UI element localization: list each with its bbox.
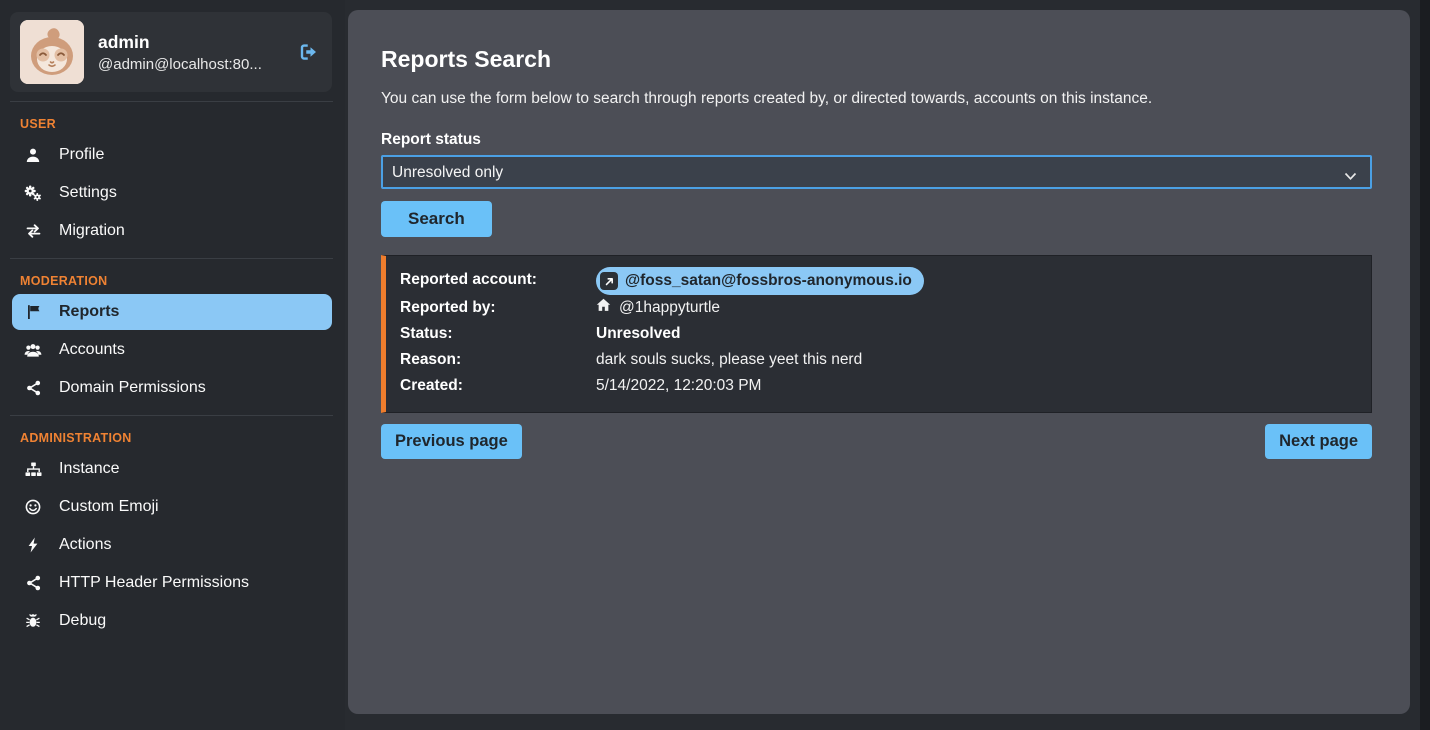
scrollbar-gutter [1420, 0, 1430, 730]
sidebar-item-label: Migration [59, 222, 125, 240]
users-icon [22, 343, 44, 358]
sidebar-item-reports[interactable]: Reports [12, 294, 332, 330]
report-row-label: Created: [400, 373, 596, 399]
sidebar-item-settings[interactable]: Settings [12, 175, 332, 211]
transfer-arrows-icon [22, 224, 44, 238]
sidebar-item-profile[interactable]: Profile [12, 137, 332, 173]
sidebar-item-label: Instance [59, 460, 119, 478]
share-nodes-icon [22, 575, 44, 591]
sidebar-item-instance[interactable]: Instance [12, 451, 332, 487]
divider [10, 101, 333, 102]
sidebar-item-migration[interactable]: Migration [12, 213, 332, 249]
user-handle: @admin@localhost:80... [98, 56, 282, 73]
sidebar-item-accounts[interactable]: Accounts [12, 332, 332, 368]
report-row-reported-by: Reported by: @1happyturtle [400, 295, 1355, 321]
previous-page-button[interactable]: Previous page [381, 424, 522, 459]
report-card[interactable]: Reported account: @foss_satan@fossbros-a… [381, 255, 1372, 413]
search-button[interactable]: Search [381, 201, 492, 237]
sidebar-item-domain-permissions[interactable]: Domain Permissions [12, 370, 332, 406]
user-icon [22, 147, 44, 163]
report-status-label: Report status [381, 131, 1374, 149]
report-status-select[interactable]: Unresolved only [381, 155, 1372, 189]
report-row-label: Status: [400, 321, 596, 347]
avatar [20, 20, 84, 84]
sidebar-item-actions[interactable]: Actions [12, 527, 332, 563]
report-status-select-wrap: Unresolved only [381, 155, 1374, 189]
sidebar-item-label: Actions [59, 536, 111, 554]
main-area: Reports Search You can use the form belo… [345, 0, 1430, 730]
report-row-reason: Reason: dark souls sucks, please yeet th… [400, 347, 1355, 373]
reporter-handle: @1happyturtle [619, 295, 720, 321]
reports-search-panel: Reports Search You can use the form belo… [348, 10, 1410, 714]
section-label-user: USER [0, 111, 345, 135]
page-title: Reports Search [381, 46, 1374, 73]
bug-icon [22, 613, 44, 629]
sidebar-item-custom-emoji[interactable]: Custom Emoji [12, 489, 332, 525]
external-link-icon [600, 272, 618, 290]
pagination: Previous page Next page [381, 424, 1372, 459]
report-status-value: Unresolved [596, 321, 680, 347]
report-row-label: Reported account: [400, 267, 596, 295]
sidebar-item-label: Debug [59, 612, 106, 630]
user-meta: admin @admin@localhost:80... [98, 32, 282, 73]
page-description: You can use the form below to search thr… [381, 90, 1374, 108]
gears-icon [22, 185, 44, 201]
sidebar-item-label: Profile [59, 146, 104, 164]
sidebar-item-label: Accounts [59, 341, 125, 359]
divider [10, 258, 333, 259]
share-nodes-icon [22, 380, 44, 396]
sitemap-icon [22, 462, 44, 477]
sidebar: admin @admin@localhost:80... USER Profil… [0, 0, 345, 730]
sidebar-item-label: HTTP Header Permissions [59, 574, 249, 592]
report-created-value: 5/14/2022, 12:20:03 PM [596, 373, 761, 399]
section-label-administration: ADMINISTRATION [0, 425, 345, 449]
report-reason-value: dark souls sucks, please yeet this nerd [596, 347, 862, 373]
sidebar-item-debug[interactable]: Debug [12, 603, 332, 639]
app: admin @admin@localhost:80... USER Profil… [0, 0, 1430, 730]
username: admin [98, 32, 282, 53]
sidebar-item-http-header-permissions[interactable]: HTTP Header Permissions [12, 565, 332, 601]
sidebar-item-label: Custom Emoji [59, 498, 159, 516]
report-row-label: Reason: [400, 347, 596, 373]
logout-icon[interactable] [296, 42, 322, 62]
report-row-created: Created: 5/14/2022, 12:20:03 PM [400, 373, 1355, 399]
user-card[interactable]: admin @admin@localhost:80... [10, 12, 332, 92]
flag-icon [22, 304, 44, 320]
sidebar-item-label: Reports [59, 303, 119, 321]
report-row-reported-account: Reported account: @foss_satan@fossbros-a… [400, 267, 1355, 295]
sidebar-item-label: Settings [59, 184, 117, 202]
section-label-moderation: MODERATION [0, 268, 345, 292]
report-row-label: Reported by: [400, 295, 596, 321]
reported-account-link[interactable]: @foss_satan@fossbros-anonymous.io [596, 267, 924, 295]
next-page-button[interactable]: Next page [1265, 424, 1372, 459]
reported-account-handle: @foss_satan@fossbros-anonymous.io [625, 268, 912, 294]
divider [10, 415, 333, 416]
sidebar-item-label: Domain Permissions [59, 379, 206, 397]
home-icon [596, 295, 611, 321]
bolt-icon [22, 537, 44, 553]
smiley-icon [22, 499, 44, 515]
report-row-status: Status: Unresolved [400, 321, 1355, 347]
